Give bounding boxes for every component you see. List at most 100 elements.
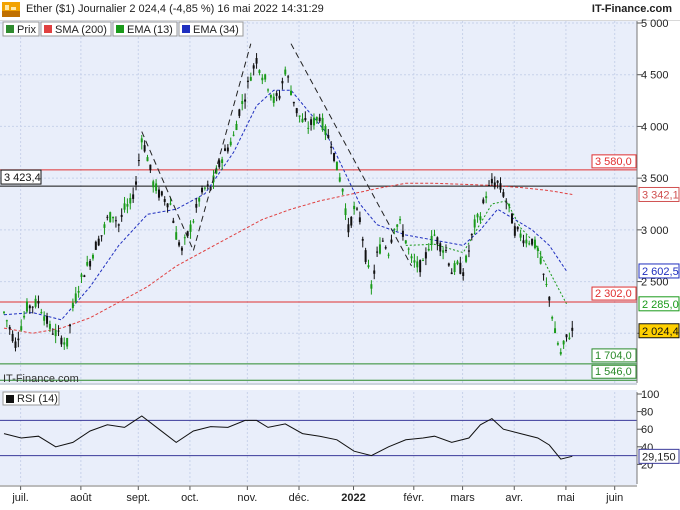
- candle-body: [301, 118, 304, 123]
- candle-body: [485, 196, 488, 199]
- rsi-legend: RSI (14): [2, 391, 60, 406]
- value-tag: 3 342,1: [642, 189, 679, 201]
- candle-body: [180, 247, 183, 251]
- candle-body: [249, 77, 252, 81]
- candle-body: [37, 300, 40, 304]
- candle-body: [25, 301, 28, 312]
- candle-body: [399, 219, 402, 221]
- x-tick-label: 2022: [341, 492, 365, 504]
- candle-body: [8, 327, 11, 330]
- candle-body: [152, 181, 155, 188]
- candle-body: [103, 224, 106, 228]
- level-tag: 3 580,0: [595, 156, 632, 168]
- candle-body: [264, 74, 267, 80]
- candle-body: [442, 250, 445, 253]
- candle-body: [387, 254, 390, 256]
- candle-body: [100, 235, 103, 237]
- candle-body: [496, 180, 499, 183]
- candle-body: [333, 152, 336, 161]
- candle-body: [135, 181, 138, 185]
- x-tick-label: août: [70, 492, 91, 504]
- candle-body: [413, 260, 416, 263]
- candle-body: [335, 161, 338, 171]
- candle-body: [23, 315, 26, 318]
- candle-body: [430, 235, 433, 245]
- candle-body: [376, 251, 379, 253]
- candle-body: [40, 312, 43, 314]
- candle-body: [424, 252, 427, 259]
- candle-body: [519, 233, 522, 238]
- candle-body: [74, 293, 77, 302]
- candle-body: [307, 127, 310, 129]
- x-tick-label: juil.: [11, 492, 29, 504]
- candle-body: [278, 95, 281, 99]
- candle-body: [439, 243, 442, 252]
- candle-body: [396, 224, 399, 227]
- level-tag: 2 302,0: [595, 288, 632, 300]
- candle-body: [140, 138, 143, 143]
- chart-panels: [0, 21, 637, 485]
- level-tag: 1 546,0: [595, 366, 632, 378]
- candle-body: [172, 220, 175, 223]
- candle-body: [292, 101, 295, 104]
- candle-body: [69, 324, 72, 327]
- candle-body: [66, 337, 69, 347]
- candle-body: [330, 146, 333, 148]
- level-tag: 3 423,4: [4, 172, 41, 184]
- candle-body: [470, 233, 473, 236]
- candle-body: [384, 247, 387, 249]
- y-tick-label: 3 000: [641, 225, 669, 237]
- candle-body: [14, 341, 17, 348]
- candle-body: [419, 260, 422, 273]
- candle-body: [350, 216, 353, 226]
- candle-body: [246, 80, 249, 82]
- candle-body: [456, 261, 459, 265]
- candle-body: [310, 119, 313, 125]
- candle-body: [60, 337, 63, 345]
- candle-body: [284, 69, 287, 75]
- candle-body: [169, 203, 172, 205]
- candle-body: [427, 248, 430, 251]
- candle-body: [401, 230, 404, 237]
- candle-body: [149, 164, 152, 171]
- candle-body: [258, 70, 261, 73]
- candle-body: [327, 135, 330, 139]
- candle-body: [54, 329, 57, 337]
- price-chart[interactable]: 1008060402029,150 5 0004 5004 0003 5003 …: [0, 0, 680, 510]
- candle-body: [482, 199, 485, 204]
- candle-body: [229, 141, 232, 146]
- candle-body: [295, 108, 298, 114]
- candle-body: [407, 248, 410, 250]
- x-tick-label: mars: [450, 492, 475, 504]
- candle-body: [338, 177, 341, 182]
- rsi-label: RSI (14): [17, 393, 58, 405]
- candle-body: [34, 298, 37, 307]
- candle-body: [533, 239, 536, 249]
- candle-body: [28, 305, 31, 309]
- candle-body: [459, 262, 462, 274]
- candle-body: [94, 241, 97, 250]
- candle-body: [551, 317, 554, 319]
- candle-body: [129, 197, 132, 204]
- x-tick-label: sept.: [126, 492, 150, 504]
- candle-body: [381, 240, 384, 242]
- candle-body: [390, 239, 393, 243]
- candle-body: [356, 208, 359, 210]
- candle-body: [178, 242, 181, 246]
- candle-body: [269, 94, 272, 98]
- candle-body: [5, 320, 8, 322]
- candle-body: [114, 220, 117, 222]
- candle-body: [479, 216, 482, 221]
- candle-body: [132, 194, 135, 199]
- candle-body: [393, 228, 396, 231]
- y-tick-label: 5 000: [641, 18, 669, 30]
- candle-body: [192, 221, 195, 223]
- candle-body: [126, 204, 129, 207]
- candle-body: [57, 330, 60, 332]
- candle-body: [255, 58, 258, 64]
- value-tag: 2 024,4: [642, 326, 679, 338]
- candle-body: [175, 232, 178, 240]
- candle-body: [367, 265, 370, 268]
- candle-body: [83, 275, 86, 277]
- candle-body: [315, 117, 318, 121]
